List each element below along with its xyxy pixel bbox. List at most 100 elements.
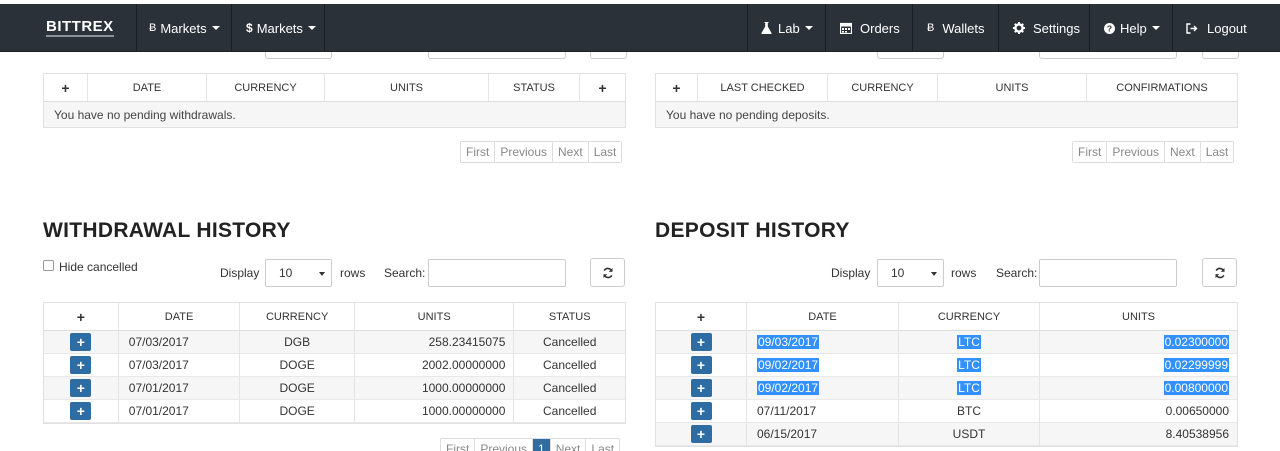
column-header-currency[interactable]: CURRENCY <box>899 303 1040 330</box>
cell-currency: BTC <box>899 400 1040 422</box>
refresh-button-partial[interactable] <box>1202 52 1239 59</box>
column-header-status[interactable]: STATUS <box>514 303 625 330</box>
table-header: + LAST CHECKED CURRENCY UNITS CONFIRMATI… <box>656 74 1237 102</box>
pager-last[interactable]: Last <box>1200 142 1234 162</box>
refresh-button-partial[interactable] <box>590 52 627 59</box>
nav-divider <box>1172 4 1173 52</box>
cell-currency: USDT <box>899 423 1040 445</box>
cell-currency: DOGE <box>240 354 355 376</box>
display-select-partial[interactable] <box>877 52 944 59</box>
wallets-label: Wallets <box>942 20 985 36</box>
column-header-units[interactable]: UNITS <box>1040 303 1237 330</box>
hide-cancelled-checkbox[interactable] <box>43 260 54 271</box>
help-menu[interactable]: ? Help <box>1104 4 1160 52</box>
expand-row-button[interactable]: + <box>70 356 92 374</box>
bitcoin-icon: Ƀ <box>927 22 935 34</box>
table-row[interactable]: + 09/02/2017 LTC 0.00800000 <box>656 377 1237 400</box>
pending-deposits-pagination: First Previous Next Last <box>1072 141 1235 163</box>
display-select-partial[interactable] <box>265 52 332 59</box>
table-row[interactable]: + 06/15/2017 USDT 8.40538956 <box>656 423 1237 446</box>
pager-first[interactable]: First <box>1073 142 1108 162</box>
pager-page-1[interactable]: 1 <box>533 439 551 451</box>
pager-first[interactable]: First <box>441 439 476 451</box>
search-input-partial[interactable] <box>1039 52 1177 59</box>
column-header-date[interactable]: DATE <box>88 74 207 101</box>
cell-currency: DOGE <box>240 400 355 422</box>
column-header-currency[interactable]: CURRENCY <box>207 74 325 101</box>
expand-all-header[interactable]: + <box>656 303 747 330</box>
dollar-icon: $ <box>246 21 253 35</box>
refresh-button[interactable] <box>1202 258 1237 287</box>
pager-previous[interactable]: Previous <box>495 142 554 162</box>
pager-previous[interactable]: Previous <box>1107 142 1166 162</box>
column-header-units[interactable]: UNITS <box>325 74 489 101</box>
cell-date: 09/03/2017 <box>757 335 820 349</box>
table-row[interactable]: + 07/01/2017 DOGE 1000.00000000 Cancelle… <box>44 400 625 423</box>
logout-link[interactable]: Logout <box>1186 4 1247 52</box>
chevron-down-icon <box>804 26 813 30</box>
column-header-date[interactable]: DATE <box>119 303 241 330</box>
hide-cancelled-label[interactable]: Hide cancelled <box>59 260 138 274</box>
expand-all-header[interactable]: + <box>44 303 119 330</box>
settings-link[interactable]: Settings <box>1013 4 1080 52</box>
chevron-down-icon <box>931 272 937 276</box>
orders-link[interactable]: Orders <box>840 4 900 52</box>
lab-menu[interactable]: Lab <box>761 4 813 52</box>
pager-last[interactable]: Last <box>588 142 622 162</box>
expand-row-button[interactable]: + <box>690 425 712 443</box>
nav-divider <box>912 4 913 52</box>
expand-row-button[interactable]: + <box>690 379 712 397</box>
column-header-confirmations[interactable]: CONFIRMATIONS <box>1087 74 1237 101</box>
pager-next[interactable]: Next <box>1165 142 1201 162</box>
pager-next[interactable]: Next <box>553 142 589 162</box>
column-header-units[interactable]: UNITS <box>938 74 1087 101</box>
column-header-date[interactable]: DATE <box>747 303 899 330</box>
table-row[interactable]: + 09/02/2017 LTC 0.02299999 <box>656 354 1237 377</box>
expand-row-button[interactable]: + <box>70 379 92 397</box>
pager-next[interactable]: Next <box>550 439 587 451</box>
search-input[interactable] <box>1039 259 1177 287</box>
expand-row-button[interactable]: + <box>70 333 92 351</box>
brand-logo[interactable]: BITTREX <box>46 18 114 37</box>
column-header-units[interactable]: UNITS <box>355 303 515 330</box>
cell-units: 2002.00000000 <box>355 354 515 376</box>
cell-currency: LTC <box>957 381 981 395</box>
cell-status: Cancelled <box>543 358 597 372</box>
pager-first[interactable]: First <box>461 142 496 162</box>
column-header-last-checked[interactable]: LAST CHECKED <box>698 74 828 101</box>
expand-all-header[interactable]: + <box>44 74 88 101</box>
column-header-status[interactable]: STATUS <box>489 74 580 101</box>
table-row[interactable]: + 07/03/2017 DOGE 2002.00000000 Cancelle… <box>44 354 625 377</box>
cell-units: 1000.00000000 <box>355 400 515 422</box>
table-row[interactable]: + 07/11/2017 BTC 0.00650000 <box>656 400 1237 423</box>
cell-units: 8.40538956 <box>1165 427 1229 441</box>
markets-btc-menu[interactable]: Ƀ Markets <box>149 4 220 52</box>
bitcoin-icon: Ƀ <box>149 22 157 34</box>
cell-date: 07/01/2017 <box>119 400 241 422</box>
lab-label: Lab <box>778 20 800 36</box>
search-input[interactable] <box>428 259 566 287</box>
pager-last[interactable]: Last <box>586 439 620 451</box>
search-input-partial[interactable] <box>428 52 566 59</box>
wallets-link[interactable]: Ƀ Wallets <box>927 4 984 52</box>
table-row[interactable]: + 07/01/2017 DOGE 1000.00000000 Cancelle… <box>44 377 625 400</box>
expand-row-button[interactable]: + <box>690 402 712 420</box>
refresh-button[interactable] <box>590 258 625 287</box>
markets-usd-menu[interactable]: $ Markets <box>246 4 316 52</box>
column-header-currency[interactable]: CURRENCY <box>828 74 938 101</box>
expand-all-header[interactable]: + <box>656 74 698 101</box>
column-header-currency[interactable]: CURRENCY <box>240 303 355 330</box>
add-column-header[interactable]: + <box>580 74 625 101</box>
cell-status: Cancelled <box>543 404 597 418</box>
rows-per-page-select[interactable]: 10 <box>877 259 944 287</box>
pager-previous[interactable]: Previous <box>475 439 534 451</box>
withdrawal-history-table: + DATE CURRENCY UNITS STATUS + 07/03/201… <box>43 302 626 424</box>
rows-per-page-select[interactable]: 10 <box>265 259 332 287</box>
cell-units: 0.00800000 <box>1163 381 1229 395</box>
table-row[interactable]: + 09/03/2017 LTC 0.02300000 <box>656 331 1237 354</box>
cell-date: 06/15/2017 <box>747 423 899 445</box>
expand-row-button[interactable]: + <box>70 402 92 420</box>
table-row[interactable]: + 07/03/2017 DGB 258.23415075 Cancelled <box>44 331 625 354</box>
expand-row-button[interactable]: + <box>690 333 712 351</box>
expand-row-button[interactable]: + <box>690 356 712 374</box>
